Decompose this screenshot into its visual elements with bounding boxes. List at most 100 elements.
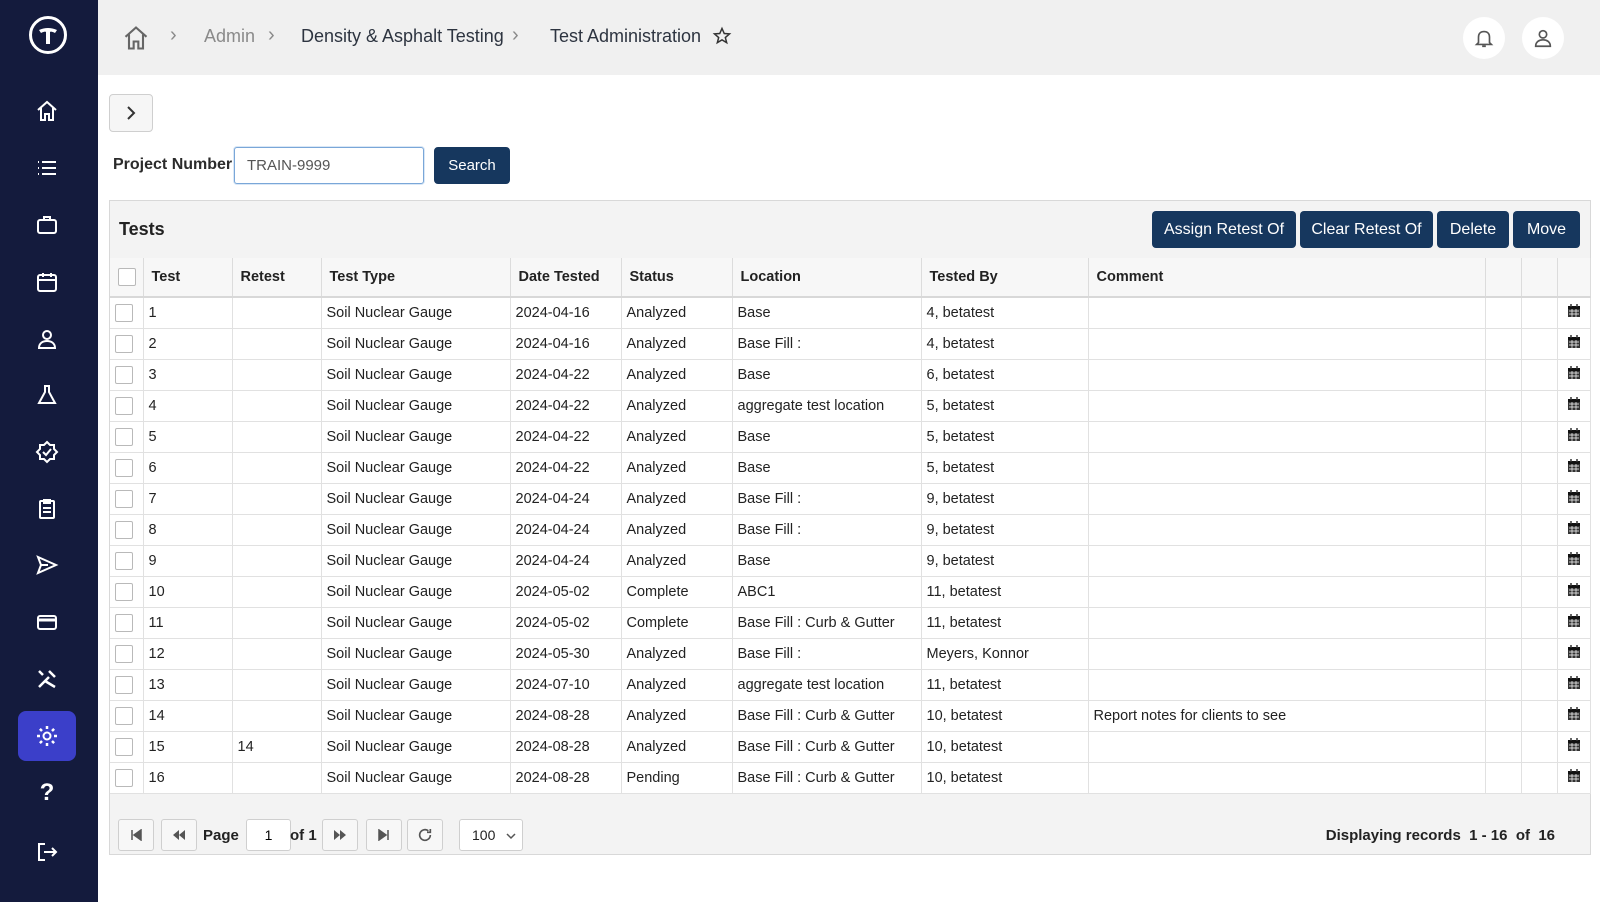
table-row[interactable]: 7 Soil Nuclear Gauge 2024-04-24 Analyzed Bas… (110, 483, 1591, 515)
nav-verified-check-icon[interactable] (18, 427, 76, 477)
table-row[interactable]: 4 Soil Nuclear Gauge 2024-04-22 Analyzed agg… (110, 390, 1591, 422)
notifications-bell-icon[interactable] (1463, 17, 1505, 59)
row-calendar-icon[interactable] (1557, 700, 1591, 732)
user-profile-icon[interactable] (1522, 17, 1564, 59)
project-number-input[interactable] (234, 147, 424, 184)
table-row[interactable]: 8 Soil Nuclear Gauge 2024-04-24 Analyzed Bas… (110, 514, 1591, 546)
app-logo[interactable] (29, 16, 67, 54)
nav-settings-gear-icon[interactable] (18, 711, 76, 761)
last-page-icon[interactable] (366, 819, 402, 851)
nav-calendar-icon[interactable] (18, 257, 76, 307)
top-bar: › Admin › Density & Asphalt Testing › Te… (98, 0, 1600, 75)
column-header-comment[interactable]: Comment (1088, 258, 1486, 298)
search-button[interactable]: Search (434, 147, 510, 184)
row-checkbox[interactable] (115, 675, 133, 694)
row-calendar-icon[interactable] (1557, 731, 1591, 763)
column-header-status[interactable]: Status (621, 258, 733, 298)
delete-button[interactable]: Delete (1437, 211, 1509, 248)
row-calendar-icon[interactable] (1557, 359, 1591, 391)
row-calendar-icon[interactable] (1557, 483, 1591, 515)
table-row[interactable]: 9 Soil Nuclear Gauge 2024-04-24 Analyzed Bas… (110, 545, 1591, 577)
nav-credit-card-icon[interactable] (18, 597, 76, 647)
row-calendar-icon[interactable] (1557, 545, 1591, 577)
table-row[interactable]: 10 Soil Nuclear Gauge 2024-05-02 Complete AB… (110, 576, 1591, 608)
column-header-date-tested[interactable]: Date Tested (510, 258, 622, 298)
row-calendar-icon[interactable] (1557, 638, 1591, 670)
row-calendar-icon[interactable] (1557, 762, 1591, 794)
column-header-retest[interactable]: Retest (232, 258, 322, 298)
nav-send-icon[interactable] (18, 540, 76, 590)
column-header-location[interactable]: Location (732, 258, 922, 298)
breadcrumb-density-asphalt[interactable]: Density & Asphalt Testing (301, 26, 504, 47)
breadcrumb-admin[interactable]: Admin (204, 26, 255, 47)
breadcrumb-home-icon[interactable] (122, 24, 150, 57)
row-checkbox[interactable] (115, 706, 133, 725)
page-number-input[interactable] (246, 819, 291, 851)
row-checkbox[interactable] (115, 737, 133, 756)
row-checkbox[interactable] (115, 768, 133, 787)
row-checkbox[interactable] (115, 458, 133, 477)
next-page-icon[interactable] (322, 819, 358, 851)
column-header-test-type[interactable]: Test Type (321, 258, 511, 298)
test-type-cell: Soil Nuclear Gauge (321, 669, 511, 701)
table-row[interactable]: 13 Soil Nuclear Gauge 2024-07-10 Analyzed ag… (110, 669, 1591, 701)
row-calendar-icon[interactable] (1557, 576, 1591, 608)
favorite-star-icon[interactable] (712, 26, 732, 51)
date-tested-cell: 2024-04-22 (510, 359, 622, 391)
nav-briefcase-icon[interactable] (18, 200, 76, 250)
date-tested-cell: 2024-04-22 (510, 421, 622, 453)
table-row[interactable]: 11 Soil Nuclear Gauge 2024-05-02 Complete Ba… (110, 607, 1591, 639)
column-header-tested-by[interactable]: Tested By (921, 258, 1089, 298)
table-row[interactable]: 3 Soil Nuclear Gauge 2024-04-22 Analyzed Bas… (110, 359, 1591, 391)
table-row[interactable]: 1 Soil Nuclear Gauge 2024-04-16 Analyzed Bas… (110, 297, 1591, 329)
nav-home-icon[interactable] (18, 86, 76, 136)
row-calendar-icon[interactable] (1557, 607, 1591, 639)
refresh-icon[interactable] (407, 819, 443, 851)
table-row[interactable]: 2 Soil Nuclear Gauge 2024-04-16 Analyzed Bas… (110, 328, 1591, 360)
nav-tools-icon[interactable] (18, 654, 76, 704)
row-calendar-icon[interactable] (1557, 421, 1591, 453)
row-checkbox[interactable] (115, 427, 133, 446)
row-checkbox[interactable] (115, 520, 133, 539)
assign-retest-button[interactable]: Assign Retest Of (1152, 211, 1296, 248)
nav-list-icon[interactable] (18, 143, 76, 193)
empty-cell (1485, 483, 1522, 515)
column-header-test[interactable]: Test (143, 258, 233, 298)
expand-panel-button[interactable] (109, 94, 153, 132)
move-button[interactable]: Move (1513, 211, 1580, 248)
nav-help-icon[interactable]: ? (18, 768, 76, 818)
row-checkbox[interactable] (115, 489, 133, 508)
page-size-select[interactable]: 100 (459, 819, 523, 851)
row-calendar-icon[interactable] (1557, 452, 1591, 484)
date-tested-cell: 2024-05-02 (510, 576, 622, 608)
previous-page-icon[interactable] (161, 819, 197, 851)
row-checkbox[interactable] (115, 396, 133, 415)
row-calendar-icon[interactable] (1557, 514, 1591, 546)
nav-user-badge-icon[interactable] (18, 314, 76, 364)
clear-retest-button[interactable]: Clear Retest Of (1300, 211, 1433, 248)
row-calendar-icon[interactable] (1557, 669, 1591, 701)
row-checkbox[interactable] (115, 582, 133, 601)
row-calendar-icon[interactable] (1557, 390, 1591, 422)
select-all-checkbox[interactable] (118, 268, 136, 286)
nav-flask-icon[interactable] (18, 370, 76, 420)
empty-cell (1521, 390, 1558, 422)
row-calendar-icon[interactable] (1557, 297, 1591, 329)
table-row[interactable]: 12 Soil Nuclear Gauge 2024-05-30 Analyzed Ba… (110, 638, 1591, 670)
row-checkbox[interactable] (115, 613, 133, 632)
table-row[interactable]: 6 Soil Nuclear Gauge 2024-04-22 Analyzed Bas… (110, 452, 1591, 484)
table-row[interactable]: 14 Soil Nuclear Gauge 2024-08-28 Analyzed Ba… (110, 700, 1591, 732)
table-row[interactable]: 16 Soil Nuclear Gauge 2024-08-28 Pending Bas… (110, 762, 1591, 794)
row-calendar-icon[interactable] (1557, 328, 1591, 360)
row-checkbox[interactable] (115, 365, 133, 384)
nav-logout-icon[interactable] (18, 827, 76, 877)
table-row[interactable]: 5 Soil Nuclear Gauge 2024-04-22 Analyzed Bas… (110, 421, 1591, 453)
row-checkbox[interactable] (115, 334, 133, 353)
first-page-icon[interactable] (118, 819, 154, 851)
empty-cell (1485, 359, 1522, 391)
row-checkbox[interactable] (115, 644, 133, 663)
nav-clipboard-icon[interactable] (18, 484, 76, 534)
table-row[interactable]: 15 14 Soil Nuclear Gauge 2024-08-28 Analyzed… (110, 731, 1591, 763)
row-checkbox[interactable] (115, 303, 133, 322)
row-checkbox[interactable] (115, 551, 133, 570)
